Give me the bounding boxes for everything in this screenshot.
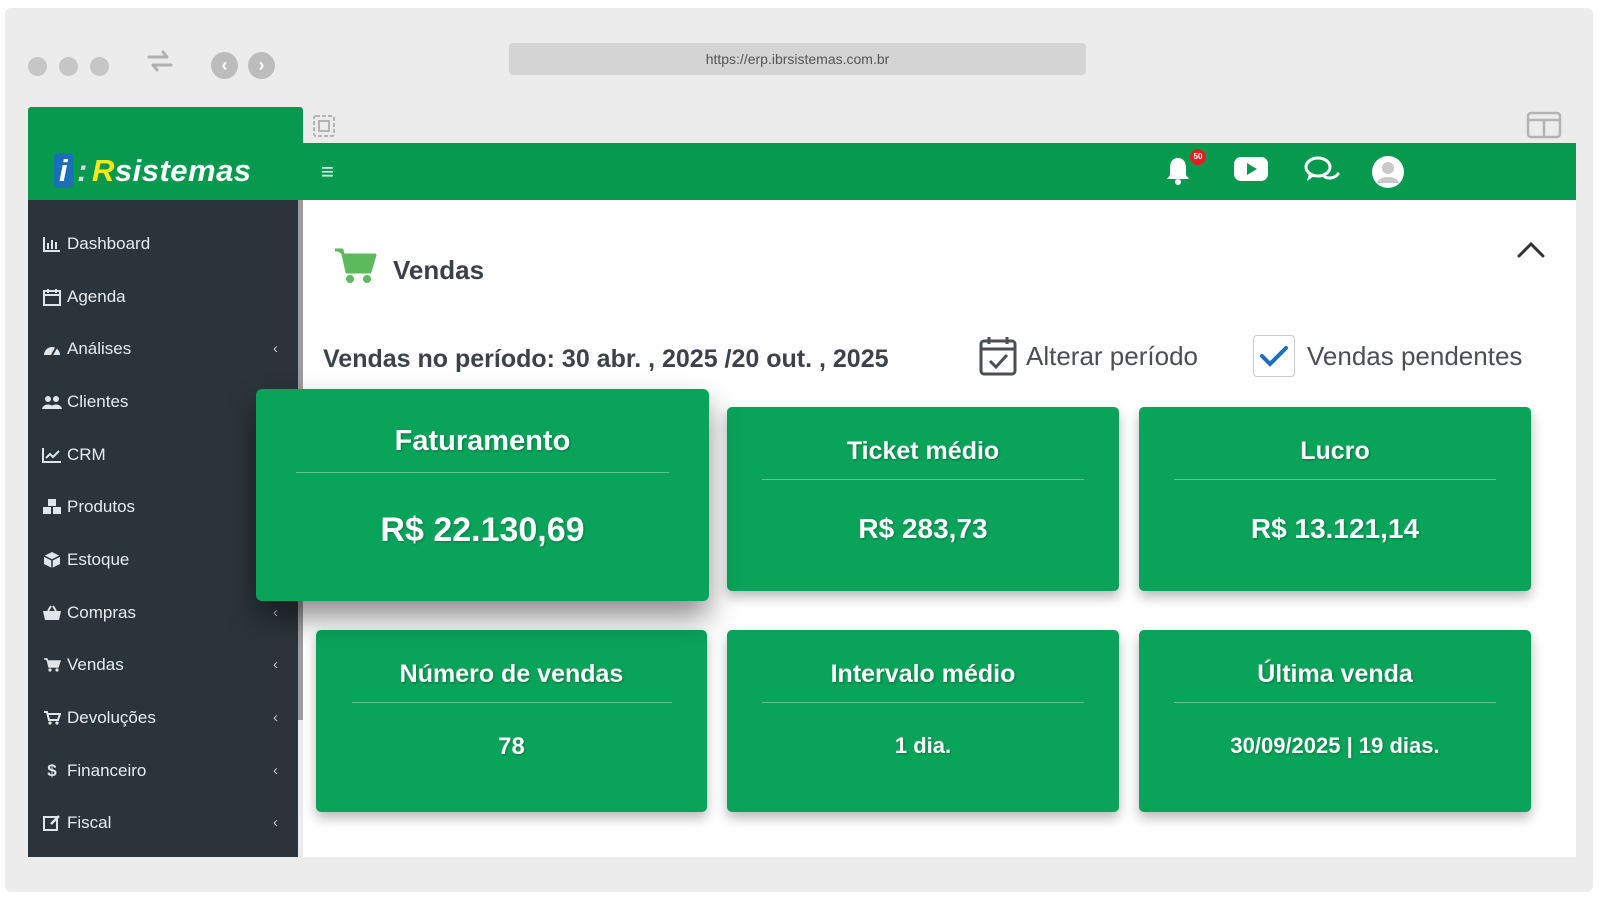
card-numero-vendas[interactable]: Número de vendas 78: [316, 630, 707, 812]
refresh-icon[interactable]: [145, 48, 175, 74]
youtube-icon[interactable]: [1233, 156, 1269, 182]
basket-icon: [42, 605, 62, 621]
pending-sales-checkbox[interactable]: Vendas pendentes: [1253, 335, 1522, 377]
bar-chart-icon: [42, 236, 62, 252]
toolbar-strip: [303, 107, 1576, 143]
gauge-icon: [42, 341, 62, 357]
window-close-button[interactable]: [28, 57, 47, 76]
collapse-chevron-icon[interactable]: [1516, 240, 1546, 260]
menu-toggle-icon[interactable]: ≡: [321, 159, 334, 185]
chevron-left-icon: ‹: [273, 604, 278, 621]
box-icon: [42, 551, 62, 569]
logo-area[interactable]: i: Rsistemas: [28, 143, 303, 200]
company-logo: i: Rsistemas: [54, 153, 252, 189]
card-faturamento[interactable]: Faturamento R$ 22.130,69: [256, 389, 709, 601]
sidebar-item-vendas[interactable]: Vendas ‹: [42, 653, 278, 677]
period-label: Vendas no período: 30 abr. , 2025 /20 ou…: [323, 345, 889, 373]
line-chart-icon: [42, 447, 62, 463]
chevron-left-icon: ‹: [273, 762, 278, 779]
screenshot-icon[interactable]: [311, 113, 337, 139]
card-intervalo-medio[interactable]: Intervalo médio 1 dia.: [727, 630, 1119, 812]
users-icon: [42, 394, 62, 410]
sidebar-item-analises[interactable]: Análises ‹: [42, 337, 278, 361]
window-minimize-button[interactable]: [59, 57, 78, 76]
chevron-left-icon: ‹: [273, 340, 278, 357]
url-bar[interactable]: https://erp.ibrsistemas.com.br: [509, 43, 1086, 75]
card-ticket-medio[interactable]: Ticket médio R$ 283,73: [727, 407, 1119, 591]
sidebar-item-financeiro[interactable]: $ Financeiro ‹: [42, 759, 278, 783]
notification-badge: 50: [1190, 149, 1206, 165]
card-ultima-venda[interactable]: Última venda 30/09/2025 | 19 dias.: [1139, 630, 1531, 812]
cart-return-icon: [42, 710, 62, 726]
browser-window: ‹ › https://erp.ibrsistemas.com.br i: Rsi…: [5, 8, 1593, 892]
calendar-check-icon: [979, 337, 1017, 376]
alter-period-button[interactable]: Alterar período: [978, 335, 1198, 377]
sidebar-item-fiscal[interactable]: Fiscal ‹: [42, 811, 278, 835]
cart-icon: [335, 248, 377, 283]
check-icon: [1253, 335, 1295, 377]
dollar-icon: $: [47, 761, 57, 780]
chat-icon[interactable]: [1303, 155, 1341, 185]
sidebar-item-dashboard[interactable]: Dashboard: [42, 232, 278, 256]
sidebar-item-produtos[interactable]: Produtos: [42, 495, 278, 519]
chevron-left-icon: ‹: [273, 709, 278, 726]
topbar: ≡ 50: [303, 143, 1576, 200]
sidebar-item-devolucoes[interactable]: Devoluções ‹: [42, 706, 278, 730]
sidebar-item-clientes[interactable]: Clientes: [42, 390, 278, 414]
sidebar-item-agenda[interactable]: Agenda: [42, 285, 278, 309]
layout-icon[interactable]: [1526, 111, 1562, 139]
chevron-left-icon: ‹: [273, 814, 278, 831]
sidebar-item-compras[interactable]: Compras ‹: [42, 601, 278, 625]
user-avatar-icon[interactable]: [1371, 155, 1405, 189]
cart-icon: [42, 657, 62, 673]
sidebar-top-strip: [28, 107, 303, 145]
edit-icon: [42, 814, 62, 832]
chevron-left-icon: ‹: [273, 656, 278, 673]
cubes-icon: [42, 498, 62, 516]
sidebar-item-estoque[interactable]: Estoque: [42, 548, 278, 572]
sidebar-item-crm[interactable]: CRM: [42, 443, 278, 467]
back-button[interactable]: ‹: [211, 52, 238, 79]
calendar-icon: [42, 288, 62, 306]
page-title: Vendas: [393, 255, 485, 285]
bell-icon[interactable]: [1163, 155, 1193, 187]
window-maximize-button[interactable]: [90, 57, 109, 76]
forward-button[interactable]: ›: [248, 52, 275, 79]
app-frame: i: Rsistemas ≡ 50 Dashboard Agenda Análi…: [28, 107, 1576, 857]
card-lucro[interactable]: Lucro R$ 13.121,14: [1139, 407, 1531, 591]
